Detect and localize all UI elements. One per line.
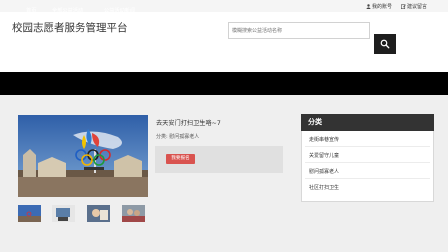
category-sidebar-title: 分类 (308, 118, 322, 126)
search-button[interactable] (374, 34, 396, 54)
nav-item-activity-news[interactable]: 公益活动新闻 (104, 0, 135, 23)
thumbnail-2[interactable] (52, 205, 75, 222)
main-nav (0, 72, 448, 95)
feedback-link[interactable]: 建议留言 (400, 1, 428, 11)
feedback-label: 建议留言 (407, 3, 428, 10)
sidebar-item-visit-elderly[interactable]: 慰问孤寡老人 (309, 168, 339, 175)
sidebar-divider (305, 178, 430, 179)
user-icon (366, 3, 371, 9)
sidebar-divider (305, 162, 430, 163)
search-input[interactable] (228, 22, 370, 39)
nav-item-home[interactable]: 首页 (26, 0, 36, 23)
search-icon (380, 37, 390, 52)
my-account-link[interactable]: 我的账号 (366, 1, 392, 11)
event-category: 分类: 慰问孤寡老人 (156, 134, 200, 140)
thumbnail-4[interactable] (122, 205, 145, 222)
sidebar-divider (305, 146, 430, 147)
thumbnail-1[interactable] (18, 205, 41, 222)
nav-item-all-activities[interactable]: 全部公益活动 (52, 0, 83, 23)
sidebar-item-community-cleaning[interactable]: 社区打扫卫生 (309, 184, 339, 191)
my-account-label: 我的账号 (372, 3, 393, 10)
thumbnail-3[interactable] (87, 205, 110, 222)
event-main-photo (18, 115, 148, 197)
edit-icon (400, 3, 406, 9)
sidebar-item-street-promotion[interactable]: 走街串巷宣传 (309, 136, 339, 143)
sidebar-item-care-children[interactable]: 关爱留守儿童 (309, 152, 339, 159)
event-title: 去天安门打扫卫生咯~7 (156, 120, 221, 127)
signup-button[interactable]: 我要报名 (166, 154, 195, 164)
